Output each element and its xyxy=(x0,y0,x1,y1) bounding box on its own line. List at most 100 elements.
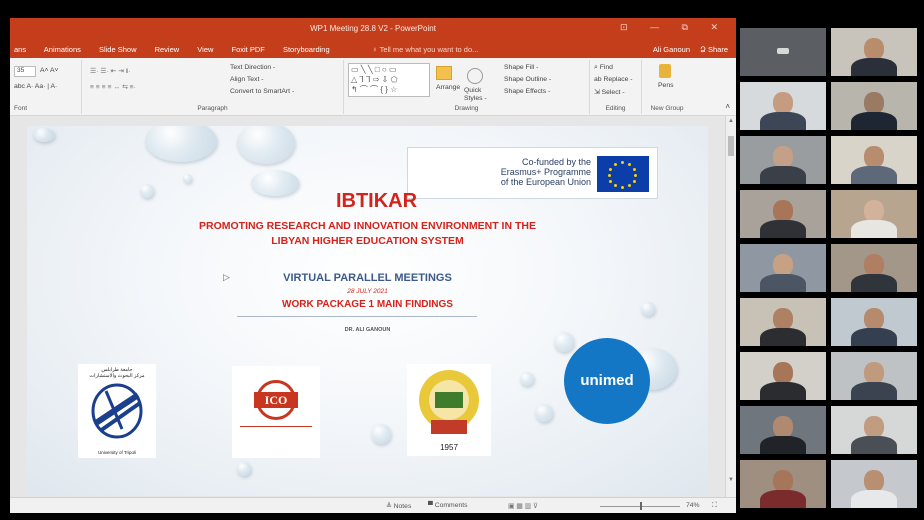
participant-tile[interactable] xyxy=(740,460,826,508)
slide-title: IBTIKAR xyxy=(335,190,418,212)
participant-tile[interactable] xyxy=(740,136,826,184)
ico-logo: ICO xyxy=(232,366,320,458)
powerpoint-window: WP1 Meeting 28.8 V2 - PowerPoint ⊡ — ⧉ ✕… xyxy=(10,18,736,513)
arrange-button[interactable]: Arrange xyxy=(436,84,460,91)
tab-animations[interactable]: Animations xyxy=(44,45,81,54)
university-sun-emblem-icon xyxy=(419,370,479,434)
replace-label: Replace - xyxy=(603,76,633,83)
select-button[interactable]: ⇲ Select - xyxy=(594,88,625,96)
tab-slide-show[interactable]: Slide Show xyxy=(99,45,137,54)
tab-storyboarding[interactable]: Storyboarding xyxy=(283,45,330,54)
university-1957-logo: 1957 xyxy=(407,364,491,456)
slide-canvas[interactable]: Co-funded by the Erasmus+ Programme of t… xyxy=(27,126,708,496)
water-drop xyxy=(535,404,553,422)
screen: WP1 Meeting 28.8 V2 - PowerPoint ⊡ — ⧉ ✕… xyxy=(0,0,924,520)
font-format-icons[interactable]: abc A· Aa· | A· xyxy=(14,83,57,90)
participant-tile[interactable] xyxy=(740,298,826,346)
replace-button[interactable]: ab Replace - xyxy=(594,76,633,83)
tab-transitions[interactable]: ans xyxy=(14,45,26,54)
notes-button[interactable]: ≜ Notes xyxy=(386,502,411,510)
quick-styles-icon[interactable] xyxy=(467,68,483,84)
participant-tile[interactable] xyxy=(831,136,917,184)
replace-icon: ab xyxy=(594,76,602,83)
slide-subtitle-line1: PROMOTING RESEARCH AND INNOVATION ENVIRO… xyxy=(199,220,536,232)
scrollbar-thumb[interactable] xyxy=(728,136,734,156)
participant-tile[interactable] xyxy=(831,28,917,76)
water-drop xyxy=(183,174,192,183)
participant-tile[interactable] xyxy=(831,244,917,292)
list-icons[interactable]: ☰· ☰· ⇤ ⇥ ‖· xyxy=(90,67,131,75)
find-button[interactable]: ⌕ Find xyxy=(594,64,613,72)
participant-tile[interactable] xyxy=(831,406,917,454)
user-name[interactable]: Ali Ganoun xyxy=(653,45,690,54)
title-bar: WP1 Meeting 28.8 V2 - PowerPoint ⊡ — ⧉ ✕ xyxy=(10,18,736,40)
participant-video-grid xyxy=(740,28,924,512)
new-group: Pens New Group xyxy=(642,60,692,114)
water-drop xyxy=(237,126,295,164)
align-icons[interactable]: ≡ ≡ ≡ ≡ ↔ ⇆ ≡· xyxy=(90,83,136,91)
drawing-group-label: Drawing xyxy=(454,105,479,112)
participant-tile[interactable] xyxy=(740,190,826,238)
shape-outline-button[interactable]: Shape Outline - xyxy=(504,76,551,83)
findings-heading: WORK PACKAGE 1 MAIN FINDINGS xyxy=(282,299,453,310)
shape-effects-button[interactable]: Shape Effects - xyxy=(504,88,550,95)
arrange-icon[interactable] xyxy=(436,66,452,80)
water-drop xyxy=(237,462,251,476)
participant-tile[interactable] xyxy=(740,82,826,130)
water-drop xyxy=(520,372,534,386)
font-group: 35 A˄ A˅ abc A· Aa· | A· Font xyxy=(10,60,82,114)
slide-editor: Co-funded by the Erasmus+ Programme of t… xyxy=(10,116,736,497)
eu-line-1: Co-funded by the xyxy=(521,157,591,167)
scroll-down-icon[interactable]: ▼ xyxy=(728,477,734,483)
convert-smartart-button[interactable]: Convert to SmartArt - xyxy=(230,88,294,95)
participant-tile[interactable] xyxy=(740,352,826,400)
university-year: 1957 xyxy=(440,443,458,452)
tab-view[interactable]: View xyxy=(197,45,213,54)
collapse-ribbon-icon[interactable]: ˄ xyxy=(725,102,730,111)
presenter-name: DR. ALI GANOUN xyxy=(344,327,391,333)
align-text-button[interactable]: Align Text - xyxy=(230,76,264,83)
tripoli-university-logo: جامعة طرابلس مركز البحوث والاستشارات Univ… xyxy=(78,364,156,458)
text-direction-button[interactable]: Text Direction - xyxy=(230,64,275,71)
font-size-box[interactable]: 35 xyxy=(14,66,36,77)
share-button[interactable]: Ձ Share xyxy=(700,45,728,54)
ribbon: 35 A˄ A˅ abc A· Aa· | A· Font ☰· ☰· ⇤ ⇥ … xyxy=(10,58,736,116)
window-controls[interactable]: ⊡ — ⧉ ✕ xyxy=(620,22,728,33)
participant-tile[interactable] xyxy=(831,352,917,400)
slide-divider xyxy=(237,316,477,317)
view-buttons[interactable]: ▣ ▦ ▥ ⊽ xyxy=(508,502,538,510)
shapes-gallery[interactable]: ▭ ╲ ╲ □ ○ ▭ △ ⅂ ⅂ ⇨ ⇩ ⬠ ↰ ⌒ ⌒ { } ☆ xyxy=(348,63,430,97)
scroll-up-icon[interactable]: ▲ xyxy=(728,118,734,124)
participant-tile[interactable] xyxy=(831,298,917,346)
editing-group-label: Editing xyxy=(605,105,626,112)
find-icon: ⌕ xyxy=(594,64,598,71)
erasmus-text: Co-funded by the Erasmus+ Programme of t… xyxy=(501,157,591,187)
font-group-label: Font xyxy=(14,105,28,112)
zoom-slider-thumb[interactable] xyxy=(640,502,642,510)
water-drop xyxy=(145,126,217,162)
paragraph-group-label: Paragraph xyxy=(197,105,228,112)
quick-styles-button[interactable]: Quick Styles - xyxy=(464,87,498,103)
participant-tile[interactable] xyxy=(740,406,826,454)
grow-font-icon[interactable]: A˄ A˅ xyxy=(40,67,59,74)
participant-tile[interactable] xyxy=(831,82,917,130)
vertical-scrollbar[interactable]: ▲ ▼ xyxy=(725,116,736,497)
find-label: Find xyxy=(599,64,613,71)
tab-review[interactable]: Review xyxy=(155,45,180,54)
water-drop xyxy=(33,128,55,142)
participant-tile[interactable] xyxy=(831,190,917,238)
fit-slide-icon[interactable]: ⛶ xyxy=(712,502,717,510)
ico-text: ICO xyxy=(254,392,298,408)
comments-button[interactable]: ▀ Comments xyxy=(428,502,468,509)
participant-tile[interactable] xyxy=(740,244,826,292)
pens-icon[interactable] xyxy=(659,64,671,78)
tell-me-search[interactable]: ♀ Tell me what you want to do... xyxy=(372,45,478,54)
zoom-level[interactable]: 74% xyxy=(686,502,700,509)
tab-foxit-pdf[interactable]: Foxit PDF xyxy=(232,45,265,54)
slide-subtitle-line2: LIBYAN HIGHER EDUCATION SYSTEM xyxy=(271,235,464,247)
shape-fill-button[interactable]: Shape Fill - xyxy=(504,64,538,71)
participant-tile[interactable] xyxy=(740,28,826,76)
ribbon-tabs: ans Animations Slide Show Review View Fo… xyxy=(10,40,736,58)
participant-tile[interactable] xyxy=(831,460,917,508)
pens-button[interactable]: Pens xyxy=(658,82,674,89)
